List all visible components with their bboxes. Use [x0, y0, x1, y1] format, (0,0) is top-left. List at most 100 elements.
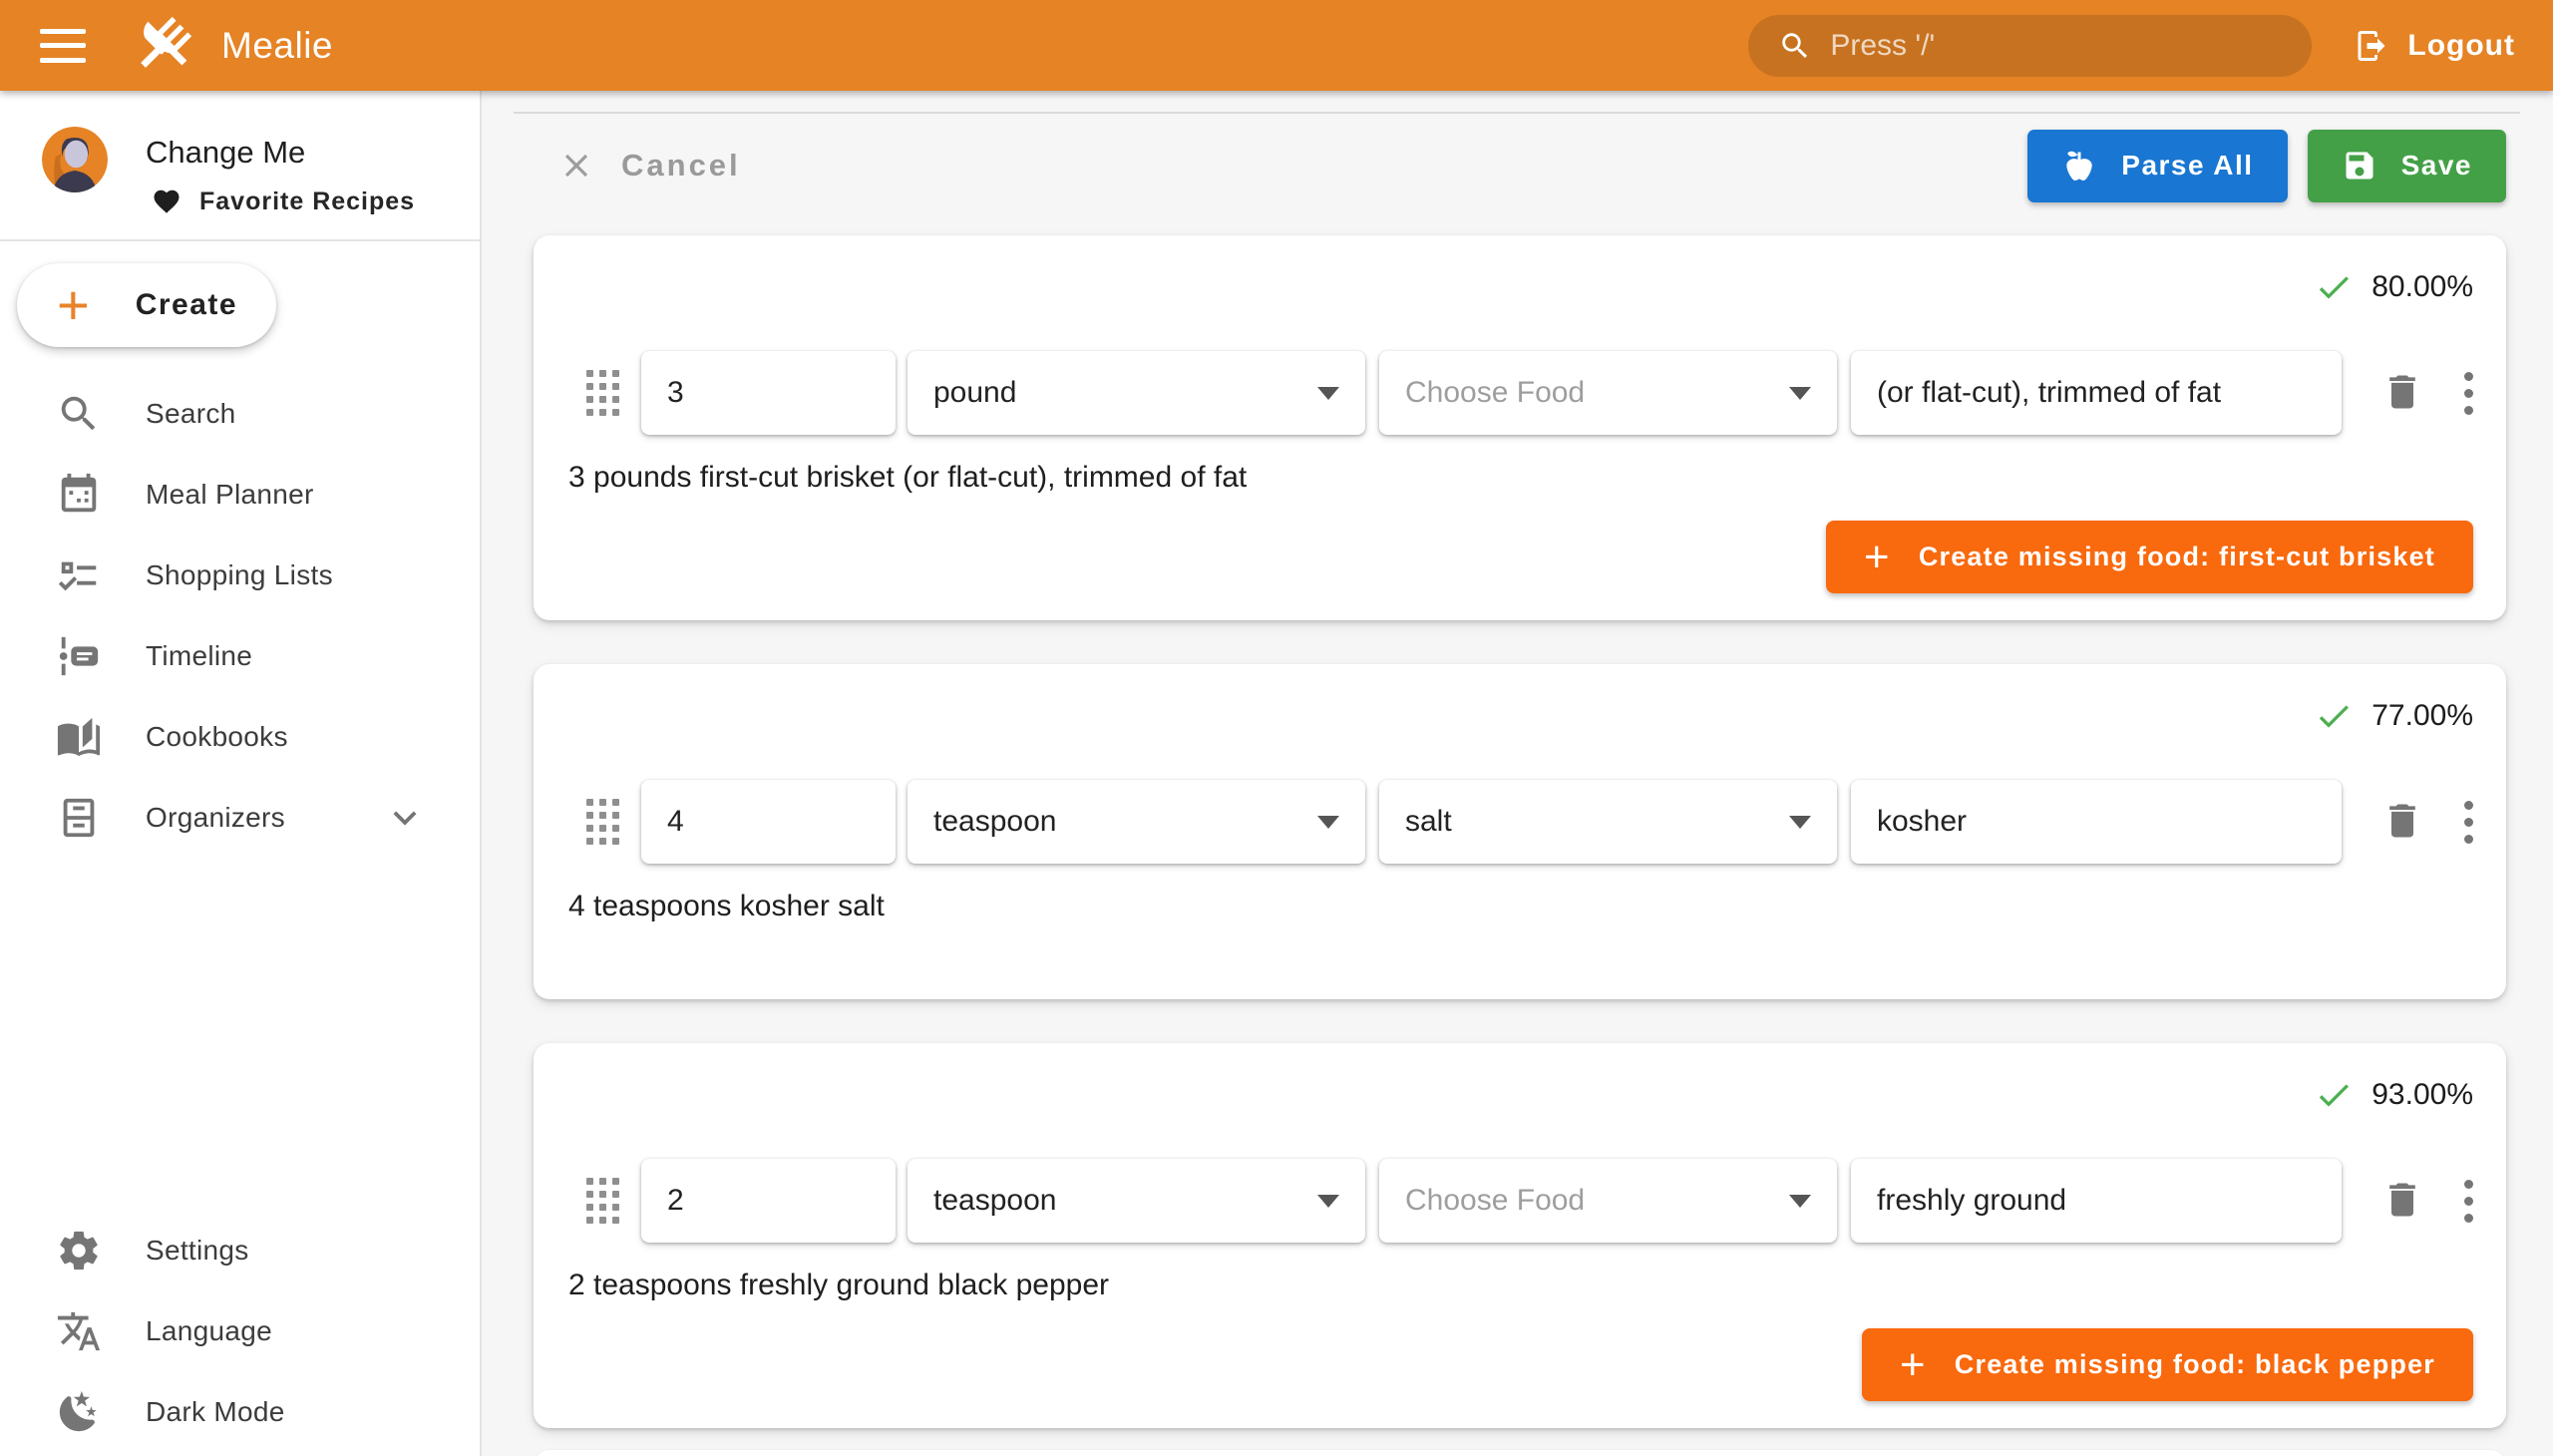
sidebar-nav: Search Meal Planner Shopping Lists Timel…: [0, 373, 480, 858]
search-bar[interactable]: [1748, 15, 2312, 77]
quantity-input[interactable]: [641, 351, 896, 435]
heart-icon: [152, 186, 182, 216]
check-icon: [2314, 696, 2354, 736]
delete-button[interactable]: [2380, 370, 2424, 417]
ingredient-fields-row: teaspoon Choose Food: [586, 1159, 2473, 1243]
confidence-value: 93.00%: [2371, 1078, 2473, 1112]
ingredient-card: 77.00% teaspoon salt: [534, 664, 2506, 999]
favorite-recipes-label: Favorite Recipes: [199, 187, 415, 216]
confidence-indicator: 93.00%: [586, 1073, 2473, 1117]
food-select[interactable]: salt: [1379, 780, 1837, 864]
trash-icon: [2380, 799, 2424, 843]
sidebar-item-language[interactable]: Language: [0, 1290, 478, 1371]
search-input[interactable]: [1830, 29, 2288, 63]
app-header: Mealie Logout: [0, 0, 2553, 91]
plus-icon: +: [1864, 543, 1891, 572]
save-button[interactable]: Save: [2308, 130, 2506, 202]
timeline-icon: [56, 633, 102, 679]
translate-icon: [56, 1308, 102, 1354]
food-select[interactable]: Choose Food: [1379, 351, 1837, 435]
sidebar-divider: [0, 239, 480, 241]
drag-handle-icon[interactable]: [586, 1178, 619, 1224]
logout-icon: [2354, 28, 2389, 64]
drag-handle-icon[interactable]: [586, 799, 619, 845]
ingredient-card-partial: [534, 1450, 2506, 1456]
user-section: Change Me Favorite Recipes: [0, 91, 480, 239]
ingredient-card: 93.00% teaspoon Choose Food: [534, 1043, 2506, 1428]
plus-icon: +: [57, 285, 90, 325]
note-input[interactable]: [1851, 351, 2342, 435]
search-icon: [56, 391, 102, 437]
avatar[interactable]: [42, 127, 108, 192]
check-icon: [2314, 1075, 2354, 1115]
dropdown-caret-icon: [1789, 816, 1811, 829]
plus-icon: +: [1900, 1350, 1927, 1380]
main-content: Cancel Parse All Save 80.00% pound: [484, 91, 2553, 1456]
sidebar: Change Me Favorite Recipes + Create Sear…: [0, 91, 482, 1456]
quantity-input[interactable]: [641, 780, 896, 864]
quantity-input[interactable]: [641, 1159, 896, 1243]
original-ingredient-text: 4 teaspoons kosher salt: [568, 890, 2473, 923]
close-icon: [557, 147, 595, 184]
gear-icon: [56, 1228, 102, 1274]
sidebar-item-dark-mode[interactable]: Dark Mode: [0, 1371, 478, 1452]
dropdown-caret-icon: [1317, 387, 1339, 400]
note-input[interactable]: [1851, 1159, 2342, 1243]
dropdown-caret-icon: [1789, 387, 1811, 400]
parser-toolbar: Cancel Parse All Save: [534, 129, 2506, 202]
calendar-icon: [56, 472, 102, 518]
confidence-value: 77.00%: [2371, 699, 2473, 733]
create-button[interactable]: + Create: [17, 263, 276, 347]
file-cabinet-icon: [56, 795, 102, 841]
content-top-divider: [514, 112, 2520, 114]
check-icon: [2314, 267, 2354, 307]
menu-icon[interactable]: [40, 29, 86, 63]
unit-select[interactable]: teaspoon: [908, 1159, 1365, 1243]
more-options-button[interactable]: [2464, 1180, 2473, 1223]
more-options-button[interactable]: [2464, 372, 2473, 415]
logout-button[interactable]: Logout: [2354, 28, 2515, 64]
trash-icon: [2380, 370, 2424, 414]
more-options-button[interactable]: [2464, 801, 2473, 844]
unit-select[interactable]: teaspoon: [908, 780, 1365, 864]
parse-all-button[interactable]: Parse All: [2027, 130, 2287, 202]
sidebar-item-timeline[interactable]: Timeline: [0, 615, 480, 696]
sidebar-item-cookbooks[interactable]: Cookbooks: [0, 696, 480, 777]
moon-stars-icon: [56, 1389, 102, 1435]
food-select[interactable]: Choose Food: [1379, 1159, 1837, 1243]
chevron-down-icon[interactable]: [382, 795, 428, 841]
favorite-recipes-link[interactable]: Favorite Recipes: [152, 186, 415, 216]
confidence-value: 80.00%: [2371, 270, 2473, 304]
dropdown-caret-icon: [1317, 816, 1339, 829]
book-open-icon: [56, 714, 102, 760]
delete-button[interactable]: [2380, 799, 2424, 846]
original-ingredient-text: 2 teaspoons freshly ground black pepper: [568, 1269, 2473, 1302]
logout-label: Logout: [2407, 29, 2515, 63]
ingredient-fields-row: teaspoon salt: [586, 780, 2473, 864]
create-missing-food-button[interactable]: + Create missing food: black pepper: [1862, 1328, 2473, 1401]
confidence-indicator: 77.00%: [586, 694, 2473, 738]
user-name: Change Me: [146, 135, 305, 171]
delete-button[interactable]: [2380, 1178, 2424, 1225]
page: Mealie Logout Change Me: [0, 0, 2553, 1456]
sidebar-item-settings[interactable]: Settings: [0, 1210, 478, 1290]
row-actions: [2380, 1178, 2473, 1225]
dropdown-caret-icon: [1317, 1195, 1339, 1208]
sidebar-bottom-nav: Settings Language Dark Mode: [0, 1210, 478, 1456]
row-actions: [2380, 370, 2473, 417]
drag-handle-icon[interactable]: [586, 370, 619, 416]
checklist-icon: [56, 552, 102, 598]
sidebar-item-meal-planner[interactable]: Meal Planner: [0, 454, 480, 535]
sidebar-item-organizers[interactable]: Organizers: [0, 777, 480, 858]
apple-icon: [2061, 148, 2097, 183]
cancel-button[interactable]: Cancel: [534, 147, 741, 184]
app-title: Mealie: [221, 25, 333, 67]
sidebar-item-search[interactable]: Search: [0, 373, 480, 454]
row-actions: [2380, 799, 2473, 846]
note-input[interactable]: [1851, 780, 2342, 864]
unit-select[interactable]: pound: [908, 351, 1365, 435]
create-button-label: Create: [136, 288, 237, 322]
save-icon: [2342, 148, 2377, 183]
sidebar-item-shopping-lists[interactable]: Shopping Lists: [0, 535, 480, 615]
create-missing-food-button[interactable]: + Create missing food: first-cut brisket: [1826, 521, 2473, 593]
